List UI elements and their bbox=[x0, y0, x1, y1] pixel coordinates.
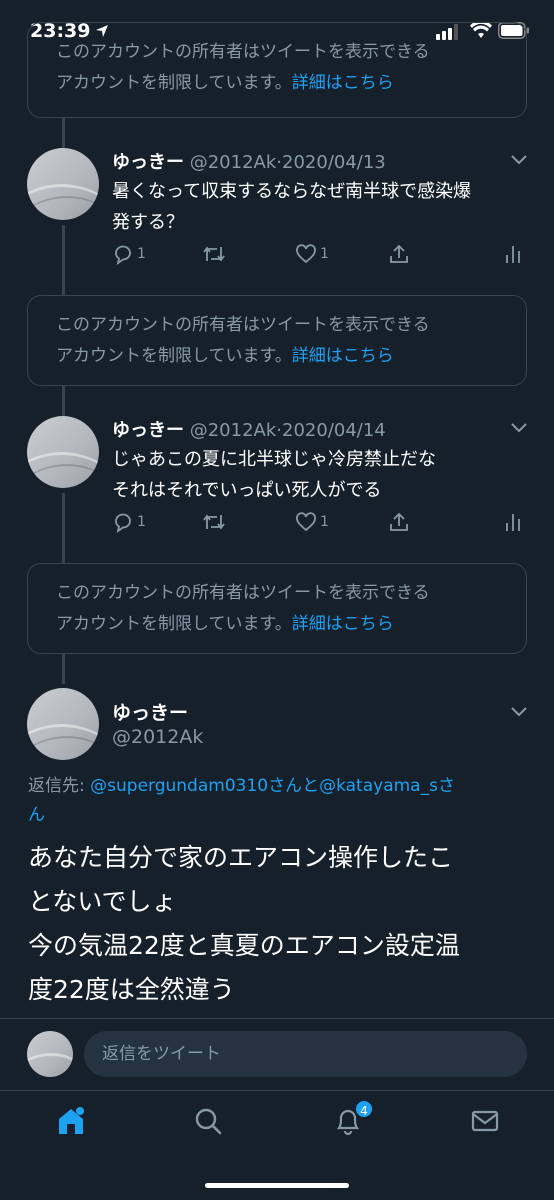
user-name: ゆっきー bbox=[112, 420, 184, 441]
tweet-text: じゃあこの夏に北半球じゃ冷房禁止だな それはそれでいっぱい死人がでる bbox=[112, 444, 436, 506]
thread-line bbox=[62, 493, 65, 563]
chevron-down-icon[interactable] bbox=[510, 422, 528, 434]
tweet-text: あなた自分で家のエアコン操作したこ とないでしょ 今の気温22度と真夏のエアコン… bbox=[28, 836, 460, 1012]
tweet-date: 2020/04/13 bbox=[282, 152, 386, 173]
like-count: 1 bbox=[320, 514, 329, 530]
tweet-text-line: 発する？ bbox=[112, 212, 184, 233]
retweet-icon bbox=[203, 246, 225, 262]
mail-icon[interactable] bbox=[470, 1105, 500, 1137]
restricted-text: アカウントを制限しています。 bbox=[56, 73, 292, 93]
restricted-text: このアカウントの所有者はツイートを表示できる bbox=[56, 42, 430, 62]
retweet-button[interactable] bbox=[202, 243, 226, 265]
tweet-header: ゆっきー @2012Ak·2020/04/14 bbox=[112, 416, 386, 442]
restricted-text: アカウントを制限しています。 bbox=[56, 614, 292, 634]
reply-to: 返信先: @supergundam0310さんと@katayama_sさ ん bbox=[28, 772, 528, 830]
tweet-actions: 1 1 bbox=[112, 511, 532, 541]
thread-line bbox=[62, 654, 65, 684]
tweet-text-line: あなた自分で家のエアコン操作したこ bbox=[28, 843, 454, 872]
reply-icon bbox=[115, 245, 131, 265]
chevron-down-icon[interactable] bbox=[510, 154, 528, 166]
reply-button[interactable]: 1 bbox=[112, 243, 146, 265]
like-icon bbox=[296, 244, 316, 264]
thread-line bbox=[62, 118, 65, 148]
tweet-header: ゆっきー @2012Ak·2020/04/13 bbox=[112, 148, 386, 174]
reply-to-prefix: 返信先: bbox=[28, 776, 91, 796]
retweet-button[interactable] bbox=[202, 511, 226, 533]
thread-line bbox=[62, 225, 65, 295]
like-button[interactable]: 1 bbox=[295, 511, 329, 533]
avatar bbox=[27, 1031, 73, 1077]
tweet-date: 2020/04/14 bbox=[282, 420, 386, 441]
like-icon bbox=[296, 512, 316, 532]
tweet-text-line: それはそれでいっぱい死人がでる bbox=[112, 480, 382, 501]
home-icon[interactable] bbox=[56, 1105, 86, 1137]
user-handle: @2012Ak bbox=[189, 152, 277, 173]
details-link[interactable]: 詳細はこちら bbox=[292, 346, 394, 366]
user-name: ゆっきー bbox=[112, 152, 184, 173]
reply-button[interactable]: 1 bbox=[112, 511, 146, 533]
analytics-button[interactable] bbox=[504, 511, 522, 533]
mention-joiner[interactable]: さんと bbox=[268, 776, 319, 796]
user-handle: @2012Ak bbox=[112, 726, 204, 748]
restricted-notice: このアカウントの所有者はツイートを表示できる アカウントを制限しています。詳細は… bbox=[27, 563, 527, 654]
share-button[interactable] bbox=[388, 511, 410, 533]
restricted-text: このアカウントの所有者はツイートを表示できる bbox=[56, 315, 430, 335]
tweet-text-line: 度22度は全然違う bbox=[28, 975, 235, 1004]
mention-link[interactable]: @supergundam0310 bbox=[90, 776, 268, 796]
notification-badge: 4 bbox=[354, 1099, 374, 1119]
like-button[interactable]: 1 bbox=[295, 243, 329, 265]
share-icon bbox=[390, 512, 408, 531]
restricted-notice: このアカウントの所有者はツイートを表示できる アカウントを制限しています。詳細は… bbox=[27, 22, 527, 118]
reply-count: 1 bbox=[137, 246, 146, 262]
thread-line bbox=[62, 386, 65, 416]
tweet-text: 暑くなって収束するならなぜ南半球で感染爆 発する？ bbox=[112, 176, 471, 238]
avatar[interactable] bbox=[27, 416, 99, 488]
home-indicator bbox=[205, 1183, 349, 1188]
restricted-text: アカウントを制限しています。 bbox=[56, 346, 292, 366]
search-icon[interactable] bbox=[193, 1105, 223, 1137]
like-count: 1 bbox=[320, 246, 329, 262]
retweet-icon bbox=[203, 514, 225, 530]
tweet-text-line: 暑くなって収束するならなぜ南半球で感染爆 bbox=[112, 181, 472, 202]
details-link[interactable]: 詳細はこちら bbox=[292, 73, 394, 93]
reply-icon bbox=[115, 513, 131, 533]
chevron-down-icon[interactable] bbox=[510, 706, 528, 718]
tweet-text-line: じゃあこの夏に北半球じゃ冷房禁止だな bbox=[112, 449, 436, 470]
avatar[interactable] bbox=[27, 688, 99, 760]
restricted-notice: このアカウントの所有者はツイートを表示できる アカウントを制限しています。詳細は… bbox=[27, 295, 527, 386]
user-handle: @2012Ak bbox=[189, 420, 277, 441]
analytics-icon bbox=[506, 246, 520, 263]
reply-count: 1 bbox=[137, 514, 146, 530]
share-icon bbox=[390, 244, 408, 263]
details-link[interactable]: 詳細はこちら bbox=[292, 614, 394, 634]
reply-bar: 返信をツイート bbox=[0, 1018, 554, 1090]
user-name: ゆっきー bbox=[112, 702, 189, 724]
analytics-button[interactable] bbox=[504, 243, 522, 265]
restricted-text: このアカウントの所有者はツイートを表示できる bbox=[56, 583, 430, 603]
avatar[interactable] bbox=[27, 148, 99, 220]
mention-suffix[interactable]: ん bbox=[28, 805, 45, 825]
share-button[interactable] bbox=[388, 243, 410, 265]
mention-suffix[interactable]: さ bbox=[438, 776, 455, 796]
mention-link[interactable]: @katayama_s bbox=[319, 776, 438, 796]
tweet-actions: 1 1 bbox=[112, 243, 532, 273]
analytics-icon bbox=[506, 514, 520, 531]
tweet-text-line: とないでしょ bbox=[28, 887, 177, 916]
tweet-text-line: 今の気温22度と真夏のエアコン設定温 bbox=[28, 931, 460, 960]
reply-input[interactable]: 返信をツイート bbox=[84, 1031, 527, 1077]
